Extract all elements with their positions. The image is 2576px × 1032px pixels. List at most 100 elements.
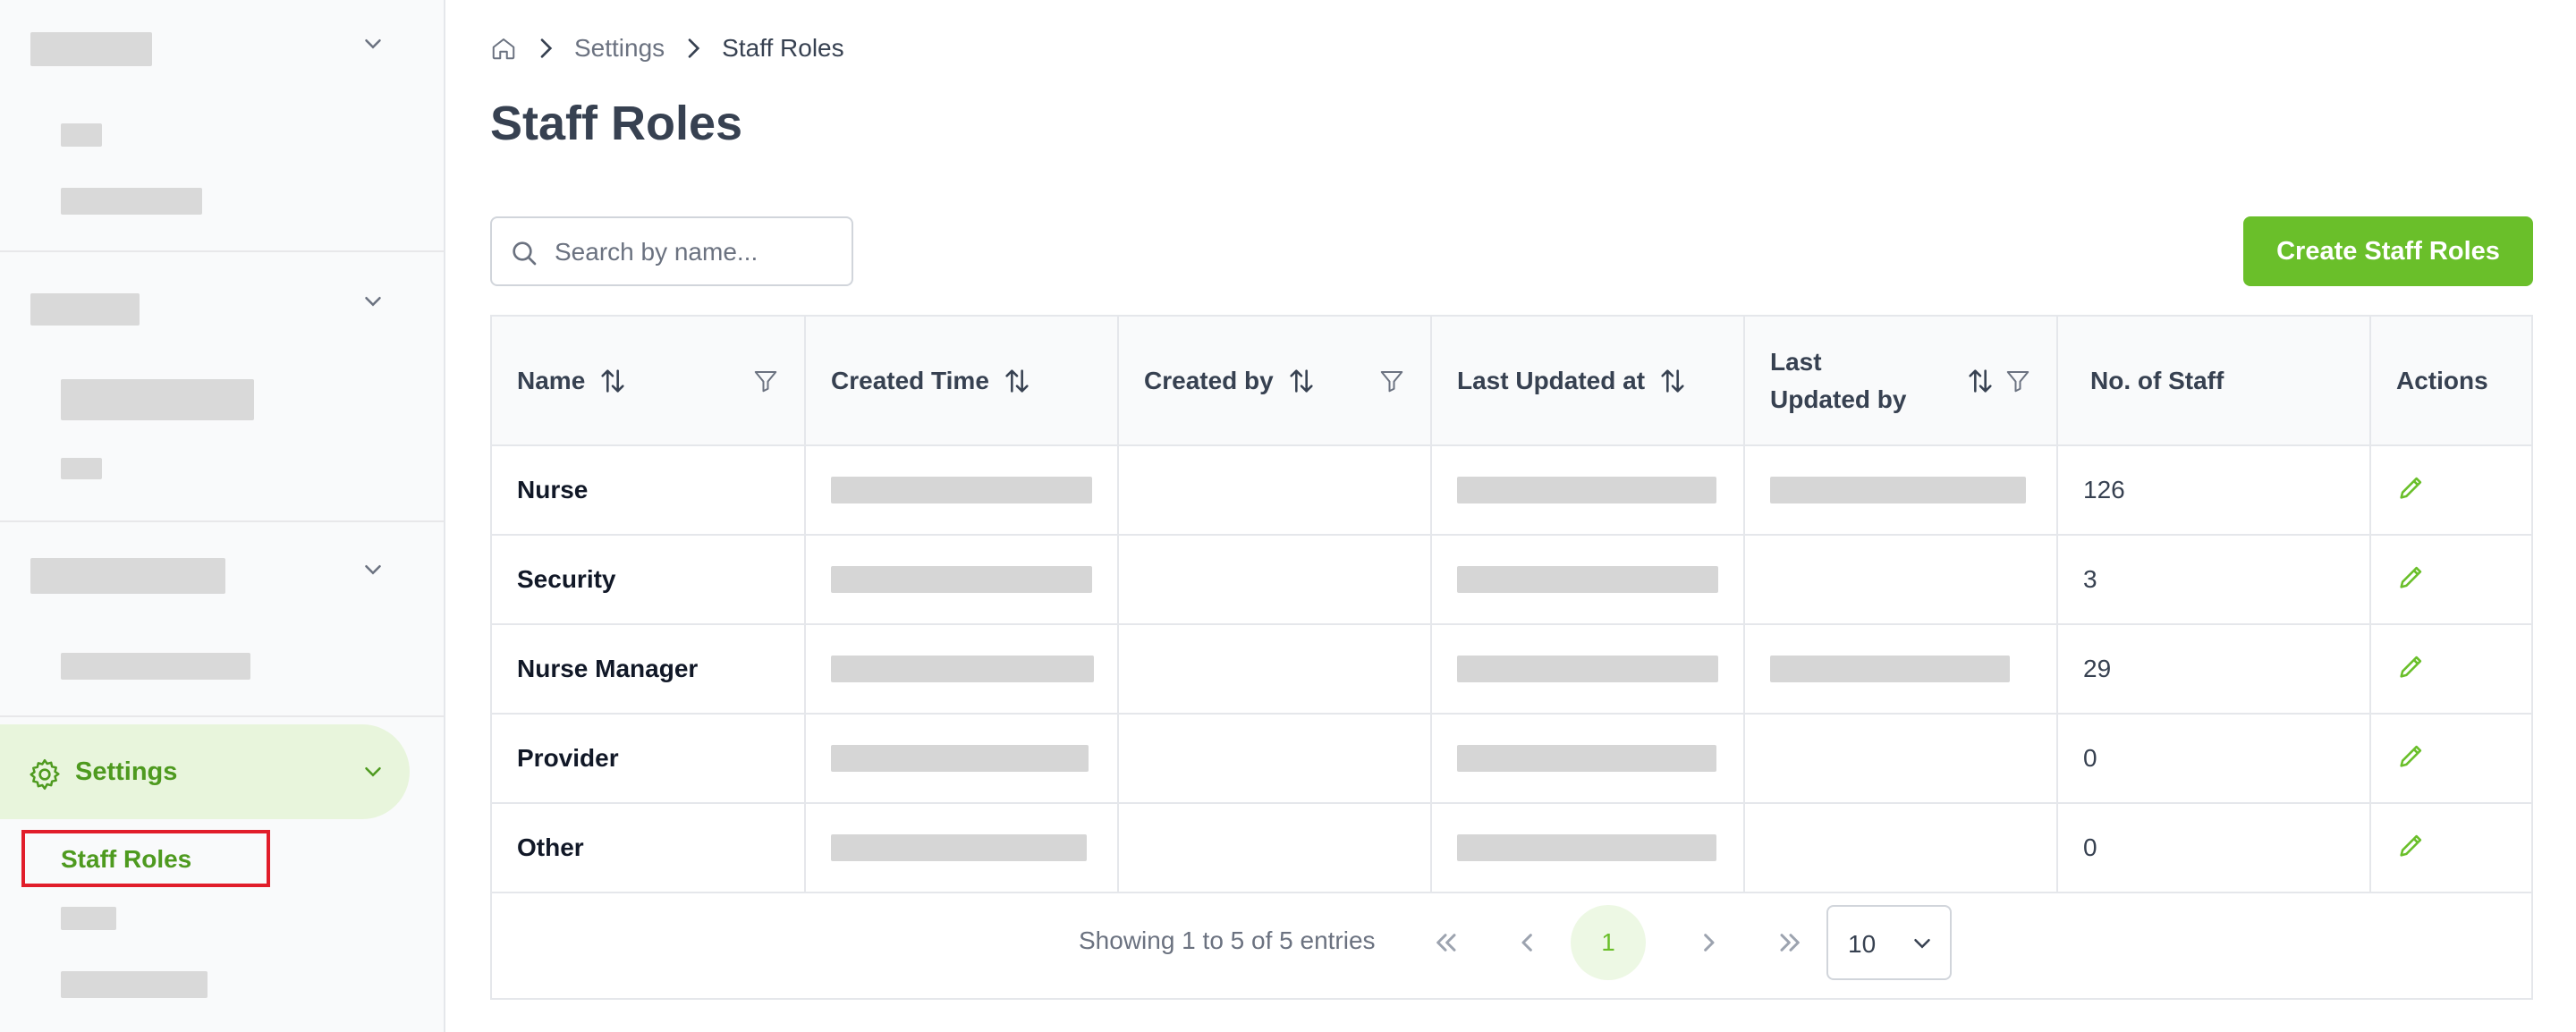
chevron-down-icon[interactable] [360, 30, 386, 57]
sidebar-item-label: Staff Roles [61, 845, 192, 873]
table-header-row: Name Created Time Created by Last Update… [492, 317, 2531, 446]
cell-created-time [805, 445, 1119, 536]
edit-icon[interactable] [2396, 472, 2427, 503]
sort-icon[interactable] [1286, 366, 1317, 396]
pagination-summary: Showing 1 to 5 of 5 entries [1079, 926, 1376, 954]
column-label: Created by [1144, 366, 1274, 394]
cell-name: Nurse Manager [492, 624, 806, 715]
redacted-value [1457, 477, 1716, 503]
cell-actions [2370, 535, 2531, 625]
table-row: Security 3 [492, 535, 2531, 625]
redacted-value [831, 834, 1087, 861]
sidebar-item-redacted[interactable] [61, 907, 116, 930]
last-page-icon[interactable] [1773, 925, 1809, 960]
redacted-value [1457, 745, 1716, 772]
breadcrumb: Settings Staff Roles [490, 30, 844, 66]
filter-icon[interactable] [1378, 368, 1405, 394]
sidebar-item-staff-roles[interactable]: Staff Roles [21, 830, 270, 887]
cell-created-by [1118, 714, 1432, 804]
sort-icon[interactable] [597, 366, 628, 396]
column-label: Name [517, 366, 586, 394]
chevron-down-icon[interactable] [360, 556, 386, 583]
cell-name: Security [492, 535, 806, 625]
redacted-value [1457, 834, 1716, 861]
sidebar-item-redacted[interactable] [61, 458, 102, 479]
redacted-value [831, 656, 1094, 682]
sidebar-item-redacted[interactable] [61, 188, 202, 215]
cell-last-updated-at [1431, 535, 1745, 625]
home-icon[interactable] [490, 35, 517, 62]
sidebar-divider [0, 250, 444, 252]
redacted-value [1457, 656, 1718, 682]
column-label: Actions [2396, 366, 2488, 394]
sidebar-divider [0, 520, 444, 522]
sidebar-section-redacted[interactable] [30, 558, 225, 594]
cell-created-by [1118, 624, 1432, 715]
filter-icon[interactable] [752, 368, 779, 394]
table-row: Other 0 [492, 803, 2531, 893]
sidebar-item-redacted[interactable] [61, 971, 208, 998]
pagination: Showing 1 to 5 of 5 entries 1 10 [492, 891, 2531, 998]
sidebar: Settings Staff Roles [0, 0, 445, 1032]
sort-icon[interactable] [1657, 366, 1688, 396]
create-staff-roles-button[interactable]: Create Staff Roles [2243, 216, 2533, 286]
sidebar-section-label: Settings [75, 757, 178, 786]
cell-last-updated-by [1744, 714, 2058, 804]
page-size-select[interactable]: 10 [1826, 905, 1952, 980]
sidebar-item-redacted[interactable] [61, 123, 102, 147]
cell-actions [2370, 445, 2531, 536]
cell-created-by [1118, 445, 1432, 536]
chevron-down-icon[interactable] [360, 288, 386, 315]
next-page-icon[interactable] [1690, 925, 1726, 960]
column-header-last-updated-at: Last Updated at [1431, 317, 1745, 446]
page-size-value: 10 [1848, 930, 1877, 958]
cell-last-updated-at [1431, 803, 1745, 893]
breadcrumb-current: Staff Roles [722, 34, 844, 62]
filter-icon[interactable] [2004, 368, 2031, 394]
edit-icon[interactable] [2396, 830, 2427, 860]
cell-created-time [805, 624, 1119, 715]
column-label: Last Updated by [1770, 347, 1907, 413]
cell-created-by [1118, 803, 1432, 893]
cell-created-time [805, 803, 1119, 893]
column-header-no-of-staff: No. of Staff [2057, 317, 2371, 446]
column-header-name: Name [492, 317, 806, 446]
cell-staff-count: 3 [2057, 535, 2371, 625]
prev-page-icon[interactable] [1510, 925, 1546, 960]
table-row: Nurse 126 [492, 445, 2531, 536]
cell-last-updated-by [1744, 445, 2058, 536]
sort-icon[interactable] [1002, 366, 1032, 396]
column-header-created-time: Created Time [805, 317, 1119, 446]
column-label: Last Updated at [1457, 366, 1646, 394]
page-button-current[interactable]: 1 [1571, 905, 1646, 980]
first-page-icon[interactable] [1428, 925, 1463, 960]
edit-icon[interactable] [2396, 651, 2427, 681]
sidebar-section-settings[interactable]: Settings [0, 724, 410, 819]
cell-staff-count: 29 [2057, 624, 2371, 715]
edit-icon[interactable] [2396, 740, 2427, 771]
chevron-down-icon [1914, 939, 1930, 949]
cell-created-by [1118, 535, 1432, 625]
chevron-right-icon [540, 38, 553, 58]
edit-icon[interactable] [2396, 562, 2427, 592]
cell-last-updated-by [1744, 535, 2058, 625]
redacted-value [1770, 656, 2010, 682]
cell-actions [2370, 803, 2531, 893]
column-label: Created Time [831, 366, 989, 394]
sidebar-item-redacted[interactable] [61, 653, 250, 680]
redacted-value [1770, 477, 2026, 503]
sort-icon[interactable] [1965, 366, 1996, 396]
sidebar-item-redacted[interactable] [61, 379, 254, 420]
breadcrumb-settings[interactable]: Settings [574, 34, 665, 63]
redacted-value [831, 745, 1089, 772]
table-row: Provider 0 [492, 714, 2531, 804]
search-input[interactable] [555, 233, 841, 272]
staff-roles-table: Name Created Time Created by Last Update… [490, 315, 2533, 1000]
redacted-value [831, 477, 1092, 503]
cell-last-updated-by [1744, 624, 2058, 715]
chevron-down-icon[interactable] [360, 758, 386, 785]
column-label: No. of Staff [2090, 366, 2224, 394]
sidebar-section-redacted[interactable] [30, 293, 140, 326]
cell-staff-count: 126 [2057, 445, 2371, 536]
sidebar-section-redacted[interactable] [30, 32, 152, 66]
